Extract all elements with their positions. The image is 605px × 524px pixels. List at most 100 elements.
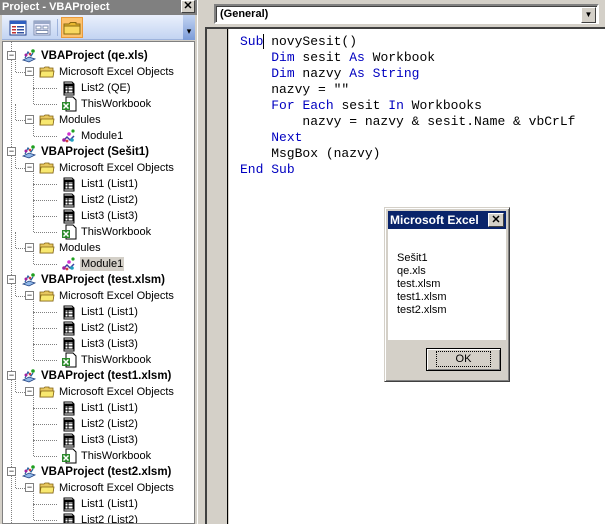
object-dropdown[interactable]: (General) ▼ <box>214 4 599 24</box>
code-line[interactable]: Dim sesit As Workbook <box>240 50 435 66</box>
tree-node-label[interactable]: Module1 <box>80 257 125 271</box>
tree-node-label[interactable]: VBAProject (test2.xlsm) <box>40 465 172 479</box>
margin-indicator-bar[interactable] <box>207 29 228 524</box>
tree-connector <box>33 120 34 136</box>
tree-node[interactable]: List1 (List1) <box>3 168 194 192</box>
tree-node[interactable]: − Microsoft Excel Objects <box>3 472 194 496</box>
text-caret <box>263 34 264 49</box>
code-line[interactable]: End Sub <box>240 162 295 178</box>
tree-node-label[interactable]: List1 (List1) <box>80 401 139 415</box>
tree-node[interactable]: List2 (List2) <box>3 504 194 523</box>
tree-node-label[interactable]: ThisWorkbook <box>80 353 152 367</box>
pane-splitter[interactable] <box>197 0 205 524</box>
tree-node[interactable]: List3 (List3) <box>3 328 194 352</box>
tree-node[interactable]: Module1 <box>3 248 194 272</box>
toolbar-overflow-button[interactable]: ▾ <box>183 15 195 40</box>
message-box-close-button[interactable]: ✕ <box>488 213 504 227</box>
tree-node[interactable]: − Modules <box>3 104 194 128</box>
tree-node[interactable]: List2 (QE) <box>3 72 194 96</box>
tree-node[interactable]: List2 (List2) <box>3 312 194 336</box>
tree-node-label[interactable]: VBAProject (test1.xlsm) <box>40 369 172 383</box>
tree-node[interactable]: List3 (List3) <box>3 424 194 448</box>
tree-node-label[interactable]: List3 (List3) <box>80 209 139 223</box>
code-line[interactable]: Dim nazvy As String <box>240 66 419 82</box>
tree-node[interactable]: − VBAProject (test.xlsm) <box>3 272 194 288</box>
tree-node-label[interactable]: Modules <box>58 241 102 255</box>
code-keyword: Dim <box>271 50 295 65</box>
project-title-text: Project - VBAProject <box>2 1 110 13</box>
message-box-body: Sešit1 qe.xls test.xlsm test1.xlsm test2… <box>388 229 506 340</box>
tree-node[interactable]: − Modules <box>3 232 194 256</box>
tree-node[interactable]: ThisWorkbook <box>3 344 194 368</box>
tree-node-label[interactable]: List3 (List3) <box>80 433 139 447</box>
tree-node[interactable]: Module1 <box>3 120 194 144</box>
view-code-icon <box>9 20 27 35</box>
tree-node[interactable]: List3 (List3) <box>3 200 194 224</box>
tree-node-label[interactable]: ThisWorkbook <box>80 449 152 463</box>
tree-connector <box>34 312 57 313</box>
tree-node[interactable]: − Microsoft Excel Objects <box>3 280 194 304</box>
tree-node-label[interactable]: Microsoft Excel Objects <box>58 161 175 175</box>
tree-node[interactable]: − VBAProject (Sešit1) <box>3 144 194 160</box>
code-line[interactable]: MsgBox (nazvy) <box>240 146 380 162</box>
tree-node[interactable]: List2 (List2) <box>3 184 194 208</box>
code-line[interactable]: Sub novySesit() <box>240 34 357 50</box>
code-keyword: For <box>271 98 295 113</box>
tree-node[interactable]: − Microsoft Excel Objects <box>3 56 194 80</box>
tree-connector <box>33 248 34 264</box>
tree-node-label[interactable]: VBAProject (Sešit1) <box>40 145 150 159</box>
tree-node-label[interactable]: Microsoft Excel Objects <box>58 65 175 79</box>
tree-node[interactable]: − VBAProject (qe.xls) <box>3 48 194 64</box>
tree-node[interactable]: − Microsoft Excel Objects <box>3 376 194 400</box>
tree-node[interactable]: − VBAProject (test1.xlsm) <box>3 368 194 384</box>
tree-node-label[interactable]: List2 (QE) <box>80 81 132 95</box>
view-object-button[interactable] <box>31 17 53 38</box>
tree-node[interactable]: ThisWorkbook <box>3 216 194 240</box>
project-explorer-title: Project - VBAProject ✕ <box>0 0 197 15</box>
tree-node[interactable]: ThisWorkbook <box>3 440 194 464</box>
code-line[interactable]: nazvy = "" <box>240 82 349 98</box>
tree-connector <box>34 200 57 201</box>
tree-node-label[interactable]: ThisWorkbook <box>80 225 152 239</box>
code-line[interactable]: nazvy = nazvy & sesit.Name & vbCrLf <box>240 114 575 130</box>
folder-icon <box>39 480 55 496</box>
sheet-icon <box>61 432 77 448</box>
sheet-icon <box>61 192 77 208</box>
tree-node-label[interactable]: List2 (List2) <box>80 417 139 431</box>
tree-node-label[interactable]: Modules <box>58 113 102 127</box>
code-line[interactable]: For Each sesit In Workbooks <box>240 98 482 114</box>
project-close-button[interactable]: ✕ <box>181 0 195 13</box>
view-code-button[interactable] <box>7 17 29 38</box>
tree-node-label[interactable]: Microsoft Excel Objects <box>58 289 175 303</box>
ok-button[interactable]: OK <box>426 348 501 371</box>
tree-connector <box>16 168 25 169</box>
tree-connector <box>33 72 34 88</box>
tree-node-label[interactable]: ThisWorkbook <box>80 97 152 111</box>
code-text: sesit <box>294 50 350 65</box>
tree-node-label[interactable]: List1 (List1) <box>80 305 139 319</box>
tree-node[interactable]: List1 (List1) <box>3 392 194 416</box>
tree-node-label[interactable]: Microsoft Excel Objects <box>58 481 175 495</box>
tree-node-label[interactable]: Module1 <box>80 129 124 143</box>
tree-node-label[interactable]: List1 (List1) <box>80 497 139 511</box>
tree-node-label[interactable]: List3 (List3) <box>80 337 139 351</box>
tree-node-label[interactable]: VBAProject (qe.xls) <box>40 49 149 63</box>
code-line[interactable]: Next <box>240 130 302 146</box>
tree-node-label[interactable]: List2 (List2) <box>80 321 139 335</box>
tree-node[interactable]: List2 (List2) <box>3 408 194 432</box>
tree-node[interactable]: List1 (List1) <box>3 488 194 512</box>
tree-node[interactable]: − Microsoft Excel Objects <box>3 152 194 176</box>
dropdown-arrow-icon[interactable]: ▼ <box>581 7 596 23</box>
tree-node-label[interactable]: List2 (List2) <box>80 193 139 207</box>
tree-node-label[interactable]: Microsoft Excel Objects <box>58 385 175 399</box>
tree-connector <box>34 424 57 425</box>
tree-node[interactable]: List1 (List1) <box>3 296 194 320</box>
toggle-folders-button[interactable] <box>61 17 83 38</box>
code-keyword: End <box>240 162 264 177</box>
tree-connector <box>33 168 34 184</box>
tree-node-label[interactable]: List1 (List1) <box>80 177 139 191</box>
tree-node[interactable]: − VBAProject (test2.xlsm) <box>3 464 194 480</box>
tree-node-label[interactable]: List2 (List2) <box>80 513 139 523</box>
tree-node[interactable]: ThisWorkbook <box>3 88 194 112</box>
tree-node-label[interactable]: VBAProject (test.xlsm) <box>40 273 166 287</box>
